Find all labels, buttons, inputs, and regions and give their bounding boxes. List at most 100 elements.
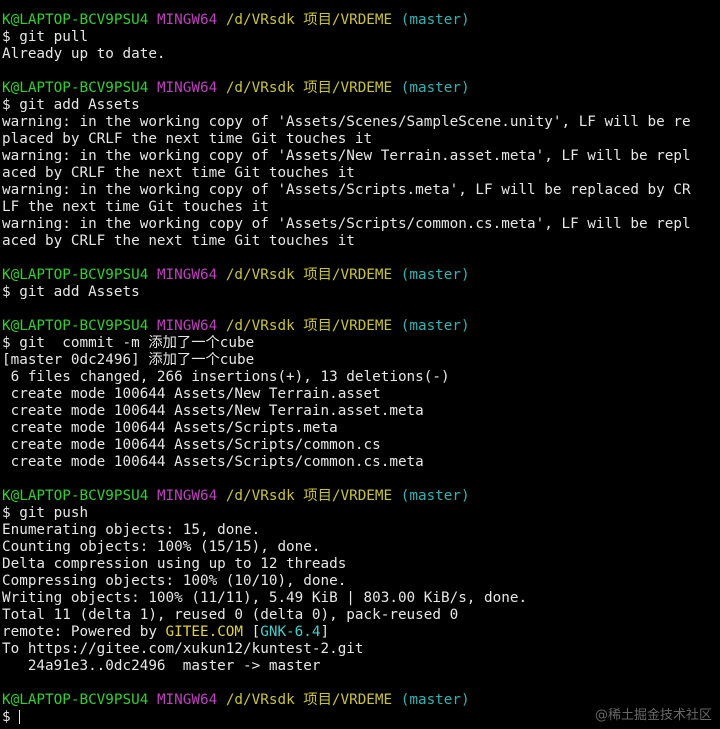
remote-host-name: GITEE.COM xyxy=(165,624,244,640)
terminal-line-output: create mode 100644 Assets/Scripts/common… xyxy=(2,454,720,471)
prompt-branch: (master) xyxy=(400,488,470,504)
prompt-user-host: K@LAPTOP-BCV9PSU4 xyxy=(2,267,149,283)
prompt-path: /d/VRsdk 项目/VRDEME xyxy=(225,488,393,504)
terminal-output[interactable]: K@LAPTOP-BCV9PSU4 MINGW64 /d/VRsdk 项目/VR… xyxy=(2,12,720,726)
line-text: Writing objects: 100% (11/11), 5.49 KiB … xyxy=(2,590,528,606)
prompt-path: /d/VRsdk 项目/VRDEME xyxy=(225,318,393,334)
line-text: $ git push xyxy=(2,505,89,521)
line-text: Counting objects: 100% (15/15), done. xyxy=(2,539,321,555)
terminal-line-output: Already up to date. xyxy=(2,46,720,63)
terminal-line-output: Compressing objects: 100% (10/10), done. xyxy=(2,573,720,590)
line-text: warning: in the working copy of 'Assets/… xyxy=(2,182,691,198)
terminal-line-prompt: K@LAPTOP-BCV9PSU4 MINGW64 /d/VRsdk 项目/VR… xyxy=(2,318,720,335)
terminal-line-output: Delta compression using up to 12 threads xyxy=(2,556,720,573)
prompt-shell-name: MINGW64 xyxy=(156,692,218,708)
text-cursor[interactable] xyxy=(19,710,21,724)
line-text xyxy=(217,80,226,96)
line-text: aced by CRLF the next time Git touches i… xyxy=(2,165,355,181)
line-text xyxy=(392,267,401,283)
line-text: create mode 100644 Assets/Scripts.meta xyxy=(2,420,338,436)
prompt-user-host: K@LAPTOP-BCV9PSU4 xyxy=(2,692,149,708)
line-text: Already up to date. xyxy=(2,46,166,62)
terminal-line-output: 24a91e3..0dc2496 master -> master xyxy=(2,658,720,675)
line-text: ] xyxy=(320,624,330,640)
terminal-line-command: $ git commit -m 添加了一个cube xyxy=(2,335,720,352)
line-text: $ git add Assets xyxy=(2,284,140,300)
line-text xyxy=(148,12,157,28)
terminal-line-output: LF the next time Git touches it xyxy=(2,199,720,216)
line-text xyxy=(148,692,157,708)
line-text xyxy=(148,488,157,504)
line-text: create mode 100644 Assets/New Terrain.as… xyxy=(2,403,424,419)
line-text: create mode 100644 Assets/New Terrain.as… xyxy=(2,386,381,402)
line-text xyxy=(392,80,401,96)
line-text xyxy=(217,267,226,283)
prompt-shell-name: MINGW64 xyxy=(156,267,218,283)
terminal-line-output: Total 11 (delta 1), reused 0 (delta 0), … xyxy=(2,607,720,624)
line-text: LF the next time Git touches it xyxy=(2,199,269,215)
terminal-line-output: create mode 100644 Assets/New Terrain.as… xyxy=(2,386,720,403)
prompt-user-host: K@LAPTOP-BCV9PSU4 xyxy=(2,80,149,96)
terminal-line-output: warning: in the working copy of 'Assets/… xyxy=(2,148,720,165)
line-text: create mode 100644 Assets/Scripts/common… xyxy=(2,437,381,453)
prompt-branch: (master) xyxy=(400,267,470,283)
line-text: warning: in the working copy of 'Assets/… xyxy=(2,216,691,232)
line-text: placed by CRLF the next time Git touches… xyxy=(2,131,373,147)
terminal-line-output: remote: Powered by GITEE.COM [GNK-6.4] xyxy=(2,624,720,641)
line-text xyxy=(392,692,401,708)
watermark-text: @稀土掘金技术社区 xyxy=(594,708,712,723)
terminal-line-output: create mode 100644 Assets/Scripts.meta xyxy=(2,420,720,437)
line-text xyxy=(148,318,157,334)
line-text xyxy=(148,267,157,283)
prompt-user-host: K@LAPTOP-BCV9PSU4 xyxy=(2,12,149,28)
terminal-line-output: warning: in the working copy of 'Assets/… xyxy=(2,114,720,131)
prompt-shell-name: MINGW64 xyxy=(156,12,218,28)
terminal-line-command: $ git pull xyxy=(2,29,720,46)
line-text: Delta compression using up to 12 threads xyxy=(2,556,347,572)
prompt-path: /d/VRsdk 项目/VRDEME xyxy=(225,267,393,283)
line-text: [ xyxy=(243,624,261,640)
prompt-user-host: K@LAPTOP-BCV9PSU4 xyxy=(2,318,149,334)
terminal-line-output: create mode 100644 Assets/Scripts/common… xyxy=(2,437,720,454)
prompt-shell-name: MINGW64 xyxy=(156,488,218,504)
terminal-line-output: placed by CRLF the next time Git touches… xyxy=(2,131,720,148)
terminal-line-prompt: K@LAPTOP-BCV9PSU4 MINGW64 /d/VRsdk 项目/VR… xyxy=(2,488,720,505)
line-text: warning: in the working copy of 'Assets/… xyxy=(2,114,691,130)
terminal-line-output: 6 files changed, 266 insertions(+), 13 d… xyxy=(2,369,720,386)
prompt-user-host: K@LAPTOP-BCV9PSU4 xyxy=(2,488,149,504)
terminal-line-output: aced by CRLF the next time Git touches i… xyxy=(2,233,720,250)
line-text: Enumerating objects: 15, done. xyxy=(2,522,261,538)
line-text: To https://gitee.com/xukun12/kuntest-2.g… xyxy=(2,641,364,657)
line-text xyxy=(217,488,226,504)
line-text: aced by CRLF the next time Git touches i… xyxy=(2,233,355,249)
terminal-line-command: $ git add Assets xyxy=(2,97,720,114)
prompt-shell-name: MINGW64 xyxy=(156,80,218,96)
line-text: Total 11 (delta 1), reused 0 (delta 0), … xyxy=(2,607,459,623)
prompt-path: /d/VRsdk 项目/VRDEME xyxy=(225,12,393,28)
line-text: $ git pull xyxy=(2,29,89,45)
prompt-path: /d/VRsdk 项目/VRDEME xyxy=(225,692,393,708)
line-text xyxy=(392,318,401,334)
prompt-branch: (master) xyxy=(400,12,470,28)
terminal-line-output: Writing objects: 100% (11/11), 5.49 KiB … xyxy=(2,590,720,607)
line-text: $ git add Assets xyxy=(2,97,140,113)
terminal-line-prompt: K@LAPTOP-BCV9PSU4 MINGW64 /d/VRsdk 项目/VR… xyxy=(2,80,720,97)
prompt-path: /d/VRsdk 项目/VRDEME xyxy=(225,80,393,96)
line-text: create mode 100644 Assets/Scripts/common… xyxy=(2,454,424,470)
line-text xyxy=(217,318,226,334)
line-text: warning: in the working copy of 'Assets/… xyxy=(2,148,691,164)
terminal-line-command: $ git add Assets xyxy=(2,284,720,301)
terminal-line-command: $ git push xyxy=(2,505,720,522)
terminal-line-output: warning: in the working copy of 'Assets/… xyxy=(2,182,720,199)
terminal-line-prompt: K@LAPTOP-BCV9PSU4 MINGW64 /d/VRsdk 项目/VR… xyxy=(2,12,720,29)
line-text xyxy=(217,692,226,708)
line-text: $ xyxy=(2,709,20,725)
terminal-line-prompt: K@LAPTOP-BCV9PSU4 MINGW64 /d/VRsdk 项目/VR… xyxy=(2,267,720,284)
terminal-line-output: warning: in the working copy of 'Assets/… xyxy=(2,216,720,233)
line-text: Compressing objects: 100% (10/10), done. xyxy=(2,573,347,589)
line-text: 6 files changed, 266 insertions(+), 13 d… xyxy=(2,369,450,385)
